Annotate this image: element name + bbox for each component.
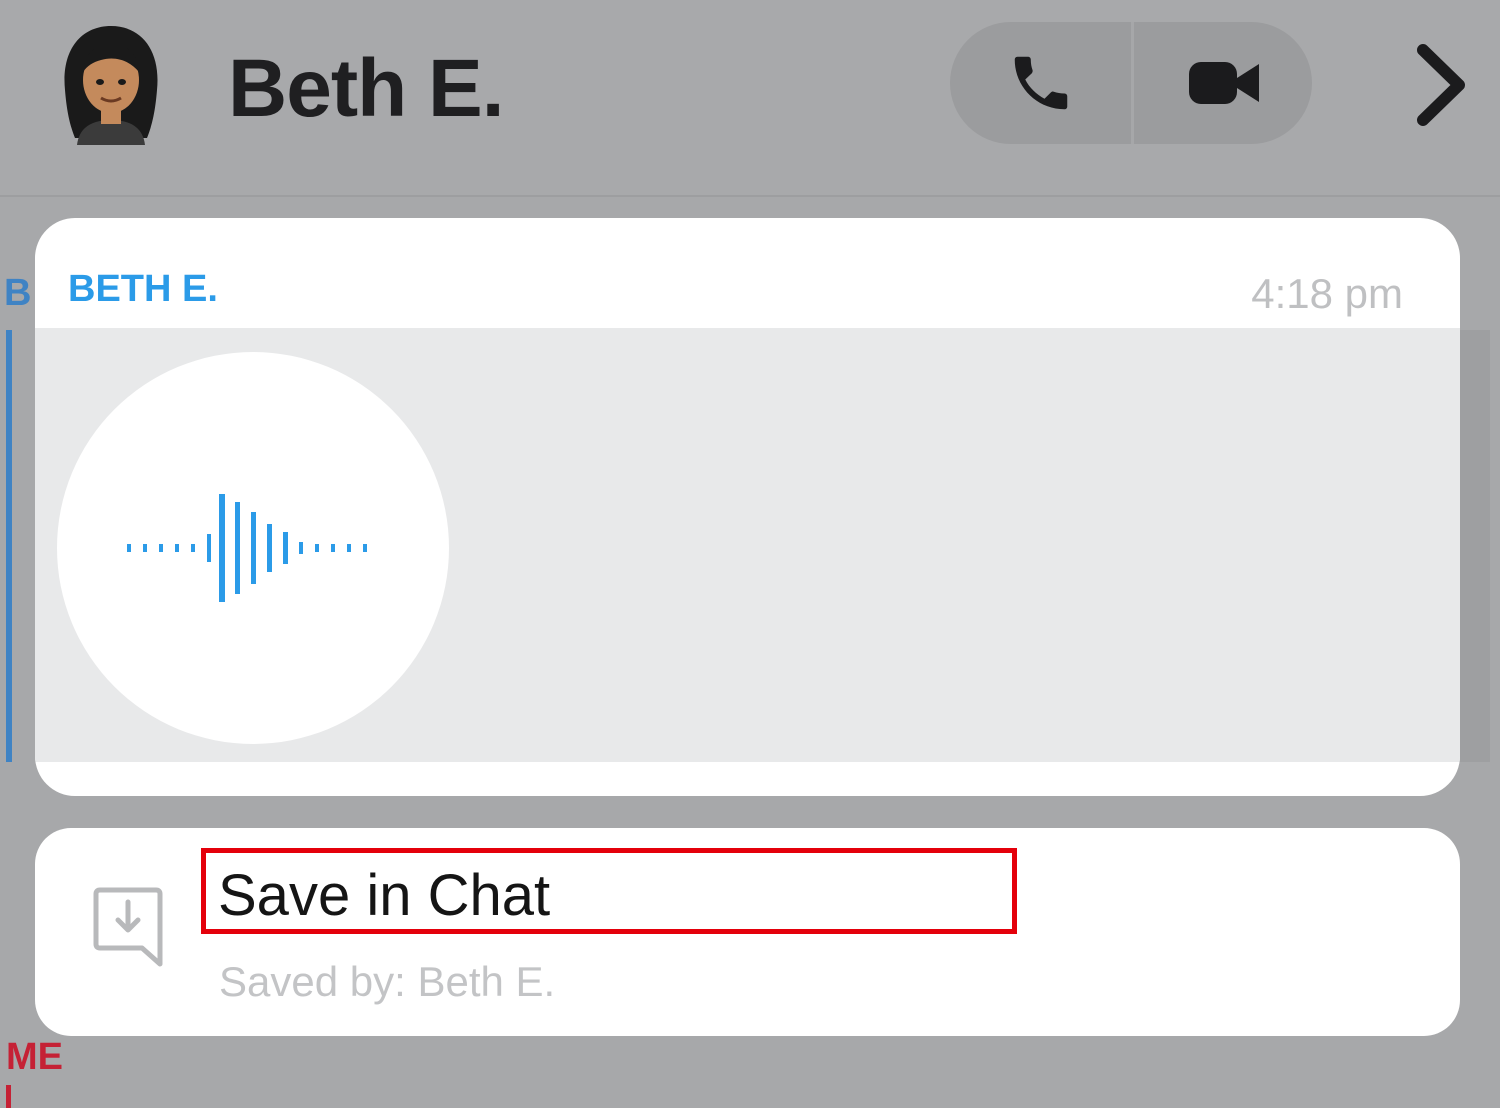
voice-note-circle[interactable] <box>57 352 449 744</box>
voice-note-area[interactable] <box>35 328 1460 762</box>
voice-call-button[interactable] <box>950 22 1131 144</box>
header-divider <box>0 195 1500 197</box>
chat-header: Beth E. <box>0 0 1500 195</box>
chevron-right-icon[interactable] <box>1405 40 1475 130</box>
audio-waveform-icon <box>127 494 367 602</box>
message-time: 4:18 pm <box>1251 270 1403 317</box>
me-sender-bar <box>6 1085 11 1108</box>
background-sender-initial: B <box>4 272 32 314</box>
saved-by-text: Saved by: Beth E. <box>219 958 556 1005</box>
sender-name: BETH E. <box>68 268 218 310</box>
phone-icon <box>1014 56 1067 110</box>
call-buttons <box>950 22 1312 144</box>
highlight-box <box>201 848 1017 934</box>
contact-name[interactable]: Beth E. <box>228 42 504 136</box>
bitmoji-avatar[interactable] <box>55 20 167 145</box>
background-sender-bar <box>6 330 12 762</box>
save-in-chat-option[interactable]: Save in Chat Saved by: Beth E. <box>35 828 1460 1036</box>
video-call-button[interactable] <box>1134 22 1312 144</box>
background-message-edge <box>1460 330 1490 762</box>
save-in-chat-icon <box>93 887 163 967</box>
video-camera-icon <box>1188 62 1259 104</box>
me-sender-label: ME <box>6 1036 63 1078</box>
message-preview-card: BETH E. 4:18 pm <box>35 218 1460 796</box>
